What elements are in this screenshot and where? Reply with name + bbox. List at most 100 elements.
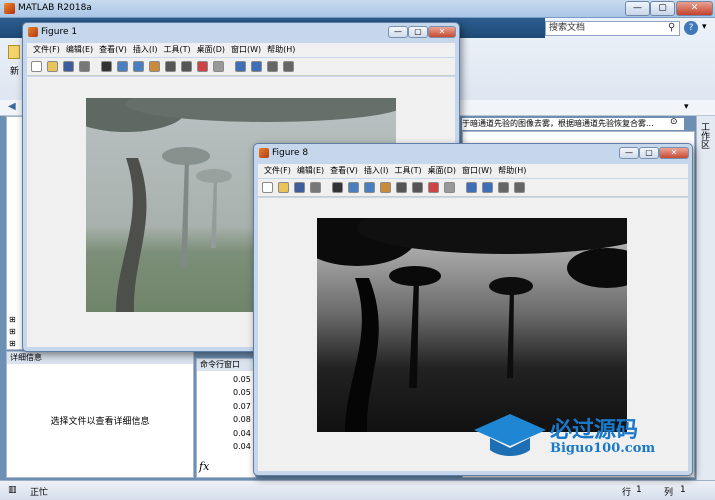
fig8-close-button[interactable]: ✕ (659, 147, 689, 159)
open-icon[interactable] (278, 182, 289, 193)
figure-menu-item[interactable]: 工具(T) (394, 164, 421, 178)
figure-menu-item[interactable]: 工具(T) (163, 43, 190, 57)
figure-1-menubar: 文件(F) 编辑(E) 查看(V) 插入(I) 工具(T) 桌面(D) 窗口(W) 帮助(H) (27, 43, 455, 57)
figure-menu-item[interactable]: 窗口(W) (462, 164, 492, 178)
status-grip-icon: ▥ (8, 485, 17, 495)
data-cursor-icon[interactable] (412, 182, 423, 193)
figure-1-title: Figure 1 (41, 27, 78, 37)
maximize-button[interactable]: ▢ (650, 1, 675, 16)
colorbar-icon[interactable] (466, 182, 477, 193)
figure-menu-item[interactable]: 帮助(H) (267, 43, 295, 57)
colorbar-icon[interactable] (235, 61, 246, 72)
new-figure-icon[interactable] (262, 182, 273, 193)
pointer-icon[interactable] (332, 182, 343, 193)
expand-icon[interactable]: ⊞ (9, 327, 16, 336)
figure-menu-item[interactable]: 帮助(H) (498, 164, 526, 178)
fig1-close-button[interactable]: ✕ (428, 26, 456, 38)
fig8-minimize-button[interactable]: — (619, 147, 639, 159)
workspace-tab[interactable]: 工作区 (699, 122, 711, 149)
pan-icon[interactable] (149, 61, 160, 72)
docked-icon[interactable] (283, 61, 294, 72)
window-title: MATLAB R2018a (18, 3, 92, 13)
figure-menu-item[interactable]: 插入(I) (364, 164, 389, 178)
legend-icon[interactable] (482, 182, 493, 193)
col-label: 列 (664, 488, 674, 498)
col-value: 1 (680, 485, 686, 495)
command-output-line: 0.05 (233, 375, 251, 384)
new-script-icon (8, 45, 20, 59)
figure-8-toolbar (258, 179, 688, 197)
save-icon[interactable] (294, 182, 305, 193)
open-icon[interactable] (47, 61, 58, 72)
status-text: 正忙 (30, 488, 49, 498)
new-button[interactable]: 新 (10, 64, 19, 77)
figure-menu-item[interactable]: 桌面(D) (197, 43, 225, 57)
brush-icon[interactable] (197, 61, 208, 72)
figure-icon (259, 148, 269, 158)
zoom-in-icon[interactable] (117, 61, 128, 72)
figure-menu-item[interactable]: 查看(V) (99, 43, 127, 57)
figure-menu-item[interactable]: 文件(F) (33, 43, 60, 57)
command-output-line: 0.07 (233, 401, 251, 411)
search-icon[interactable]: ⚲ (668, 22, 675, 33)
save-icon[interactable] (63, 61, 74, 72)
address-dropdown-icon[interactable]: ▾ (684, 102, 689, 112)
doc-text: 于暗通道先验的图像去雾，根据暗通道先验恢复合雾... (462, 118, 684, 130)
command-window[interactable]: 命令行窗口 0.05 0.05 0.07 0.08 0.04 0.04 fx (196, 358, 256, 478)
command-output-line: 0.04 (233, 428, 251, 438)
hide-tools-icon[interactable] (498, 182, 509, 193)
zoom-in-icon[interactable] (348, 182, 359, 193)
doc-options-icon[interactable]: ⊙ (670, 117, 678, 127)
docked-icon[interactable] (514, 182, 525, 193)
zoom-out-icon[interactable] (133, 61, 144, 72)
details-panel: 详细信息 选择文件以查看详细信息 (6, 351, 194, 478)
details-message: 选择文件以查看详细信息 (50, 417, 150, 427)
command-output-line: 0.05 (233, 388, 251, 398)
row-label: 行 (622, 488, 632, 498)
dehazed-image (317, 218, 627, 432)
fx-icon: fx (199, 460, 210, 473)
figure-menu-item[interactable]: 文件(F) (264, 164, 291, 178)
figure-menu-item[interactable]: 桌面(D) (428, 164, 456, 178)
rotate-icon[interactable] (396, 182, 407, 193)
new-figure-icon[interactable] (31, 61, 42, 72)
figure-menu-item[interactable]: 编辑(E) (297, 164, 324, 178)
fig8-maximize-button[interactable]: ▢ (639, 147, 659, 159)
figure-menu-item[interactable]: 插入(I) (133, 43, 158, 57)
expand-icon[interactable]: ⊞ (9, 339, 16, 348)
help-icon[interactable]: ? (684, 21, 698, 35)
data-cursor-icon[interactable] (181, 61, 192, 72)
close-button[interactable]: ✕ (676, 1, 713, 16)
workspace-sidebar[interactable]: 工作区 (696, 116, 715, 480)
figure-8-title: Figure 8 (272, 148, 309, 158)
command-output-line: 0.08 (233, 415, 251, 425)
pointer-icon[interactable] (101, 61, 112, 72)
figure-icon (28, 27, 38, 37)
figure-menu-item[interactable]: 窗口(W) (231, 43, 261, 57)
print-icon[interactable] (310, 182, 321, 193)
legend-icon[interactable] (251, 61, 262, 72)
status-bar: ▥ 正忙 行 1 列 1 (0, 480, 715, 500)
figure-menu-item[interactable]: 编辑(E) (66, 43, 93, 57)
main-title-bar: MATLAB R2018a — ▢ ✕ (0, 0, 715, 18)
linked-icon[interactable] (213, 61, 224, 72)
row-value: 1 (636, 485, 642, 495)
back-icon[interactable]: ◀ (8, 101, 16, 112)
search-input[interactable]: 搜索文档 (545, 21, 680, 36)
zoom-out-icon[interactable] (364, 182, 375, 193)
rotate-icon[interactable] (165, 61, 176, 72)
brush-icon[interactable] (428, 182, 439, 193)
details-header: 详细信息 (7, 352, 193, 364)
print-icon[interactable] (79, 61, 90, 72)
fig1-maximize-button[interactable]: ▢ (408, 26, 428, 38)
hide-tools-icon[interactable] (267, 61, 278, 72)
minimize-button[interactable]: — (625, 1, 650, 16)
pan-icon[interactable] (380, 182, 391, 193)
fig1-minimize-button[interactable]: — (388, 26, 408, 38)
figure-1-toolbar (27, 58, 455, 76)
linked-icon[interactable] (444, 182, 455, 193)
ribbon-collapse-icon[interactable]: ▾ (702, 22, 707, 32)
expand-icon[interactable]: ⊞ (9, 315, 16, 324)
figure-8-menubar: 文件(F) 编辑(E) 查看(V) 插入(I) 工具(T) 桌面(D) 窗口(W) 帮助(H) (258, 164, 688, 178)
figure-menu-item[interactable]: 查看(V) (330, 164, 358, 178)
